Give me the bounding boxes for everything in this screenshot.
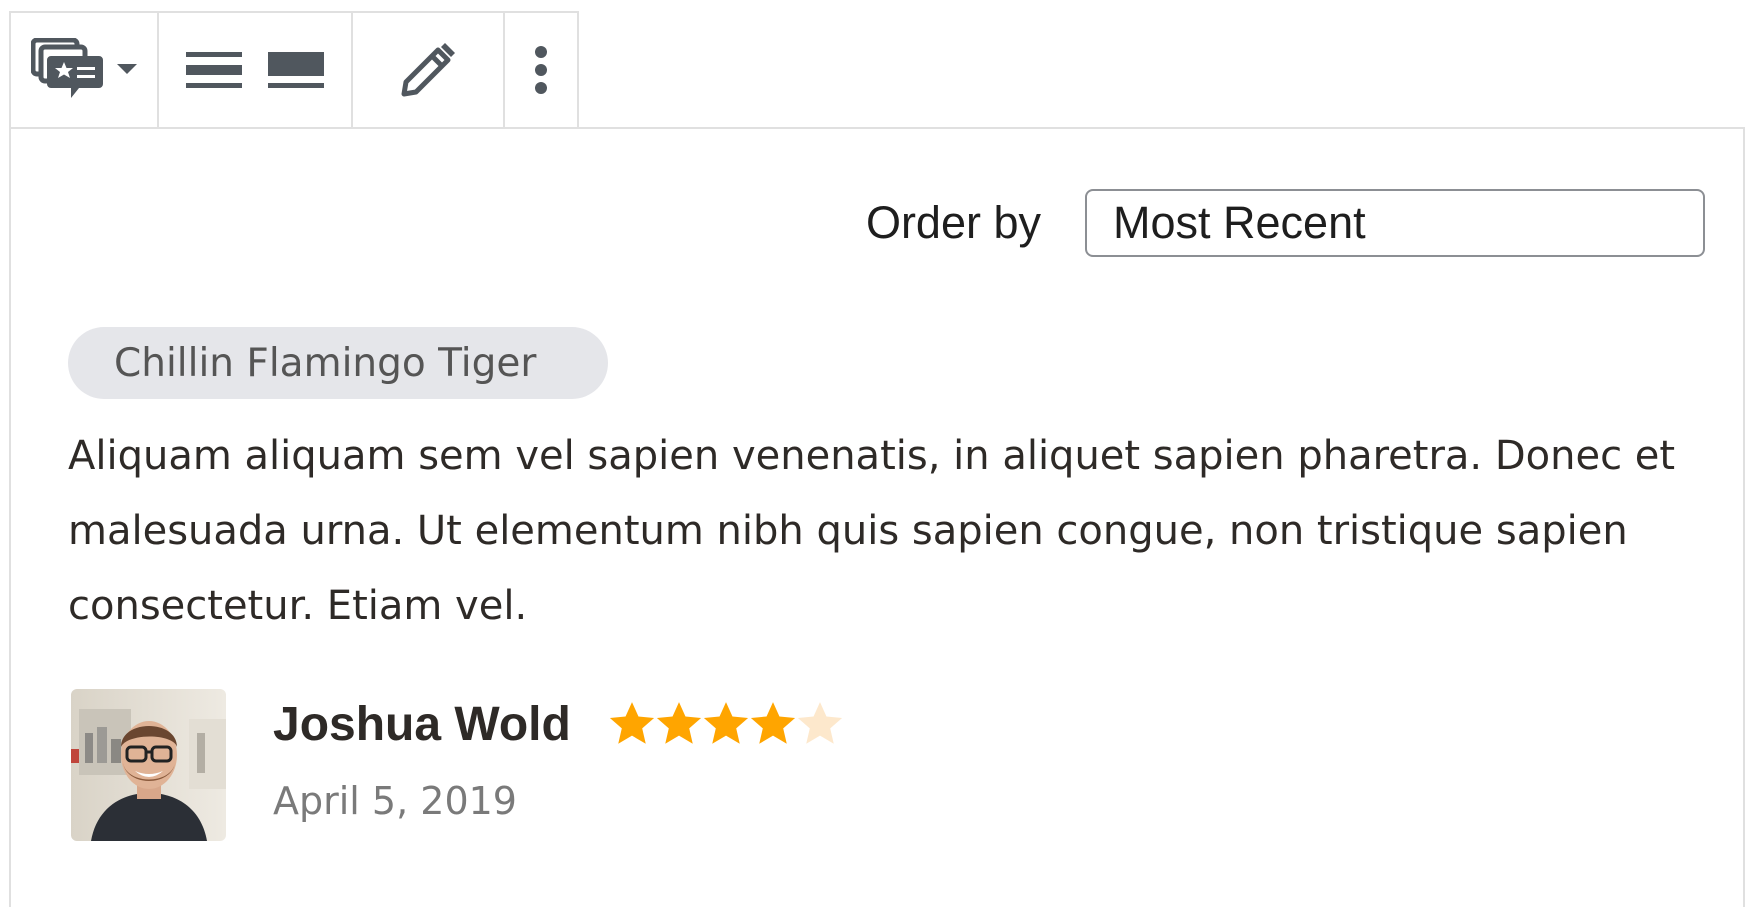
star-filled-icon bbox=[703, 702, 749, 744]
block-switcher-group bbox=[11, 13, 159, 127]
pencil-icon bbox=[400, 42, 456, 98]
star-rating bbox=[607, 699, 843, 749]
block-switcher-button[interactable] bbox=[11, 13, 157, 127]
align-wide-icon bbox=[186, 52, 242, 88]
star-empty-icon bbox=[797, 702, 843, 744]
product-tag[interactable]: Chillin Flamingo Tiger bbox=[68, 327, 609, 399]
more-options-button[interactable] bbox=[505, 13, 577, 127]
order-by-select[interactable]: Most Recent bbox=[1085, 189, 1705, 257]
reviewer-name: Joshua Wold bbox=[273, 698, 571, 751]
reviews-block[interactable]: Order by Most Recent Chillin Flamingo Ti… bbox=[9, 127, 1745, 907]
align-full-button[interactable] bbox=[268, 13, 324, 127]
edit-group bbox=[353, 13, 505, 127]
star-filled-icon bbox=[750, 702, 796, 744]
order-by-control: Order by Most Recent bbox=[866, 189, 1705, 257]
edit-button[interactable] bbox=[353, 13, 503, 127]
star-filled-icon bbox=[609, 702, 655, 744]
alignment-group bbox=[159, 13, 353, 127]
block-toolbar bbox=[9, 11, 579, 127]
caret-down-icon bbox=[117, 64, 137, 76]
reviews-block-icon bbox=[31, 38, 103, 102]
more-options-group bbox=[505, 13, 577, 127]
review-text: Aliquam aliquam sem vel sapien venenatis… bbox=[68, 433, 1676, 629]
avatar bbox=[71, 689, 226, 841]
order-by-label: Order by bbox=[865, 197, 1041, 248]
more-vertical-icon bbox=[534, 46, 548, 94]
align-wide-button[interactable] bbox=[186, 13, 242, 127]
align-full-icon bbox=[268, 52, 324, 88]
review-date: April 5, 2019 bbox=[273, 779, 517, 823]
star-filled-icon bbox=[656, 702, 702, 744]
